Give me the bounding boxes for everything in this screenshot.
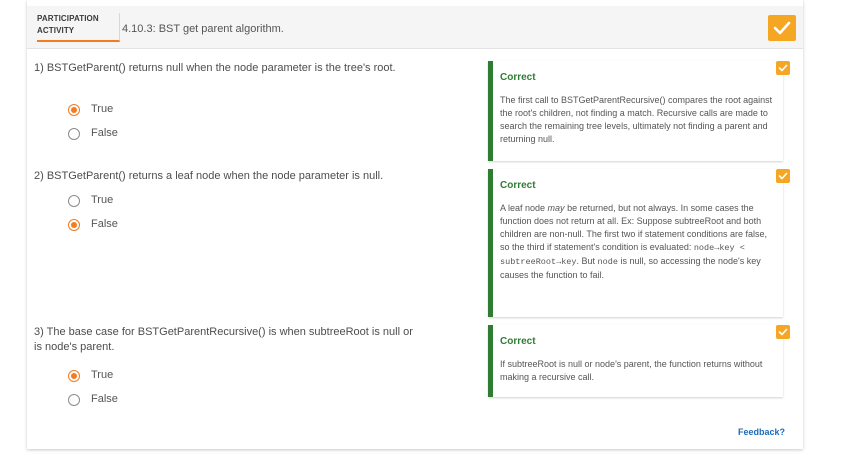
question-text: The base case for BSTGetParentRecursive(… <box>34 326 413 353</box>
q3-correct-check-icon <box>776 325 790 339</box>
explanation-heading: Correct <box>500 180 536 191</box>
participation-activity-card: PARTICIPATION ACTIVITY 4.10.3: BST get p… <box>27 0 803 449</box>
explanation-text: The first call to BSTGetParentRecursive(… <box>500 95 773 144</box>
question-number: 2) <box>34 170 44 182</box>
radio-selected-icon <box>68 104 80 116</box>
question-1: 1) BSTGetParent() returns null when the … <box>34 61 414 76</box>
question-number: 1) <box>34 62 44 74</box>
explanation-text: If subtreeRoot is null or node's parent,… <box>500 359 763 382</box>
q2-correct-check-icon <box>776 169 790 183</box>
question-3: 3) The base case for BSTGetParentRecursi… <box>34 325 414 355</box>
radio-selected-icon <box>68 370 80 382</box>
explanation-text: A leaf node may be returned, but not alw… <box>500 203 767 280</box>
radio-unselected-icon <box>68 128 80 140</box>
q3-explanation: Correct If subtreeRoot is null or node's… <box>488 325 783 397</box>
q1-correct-check-icon <box>776 61 790 75</box>
radio-unselected-icon <box>68 394 80 406</box>
question-2: 2) BSTGetParent() returns a leaf node wh… <box>34 169 414 184</box>
activity-title: 4.10.3: BST get parent algorithm. <box>122 23 284 35</box>
question-text: BSTGetParent() returns a leaf node when … <box>46 170 384 182</box>
q2-explanation: Correct A leaf node may be returned, but… <box>488 169 783 317</box>
feedback-link[interactable]: Feedback? <box>738 427 785 437</box>
radio-selected-icon <box>68 219 80 231</box>
question-text: BSTGetParent() returns null when the nod… <box>46 62 396 74</box>
activity-header: PARTICIPATION ACTIVITY 4.10.3: BST get p… <box>27 6 803 49</box>
q1-explanation: Correct The first call to BSTGetParentRe… <box>488 61 783 161</box>
question-number: 3) <box>34 326 44 338</box>
radio-unselected-icon <box>68 195 80 207</box>
explanation-heading: Correct <box>500 336 536 347</box>
activity-type-label: PARTICIPATION ACTIVITY <box>37 13 120 42</box>
activity-complete-check-icon <box>768 15 796 41</box>
explanation-heading: Correct <box>500 72 536 83</box>
